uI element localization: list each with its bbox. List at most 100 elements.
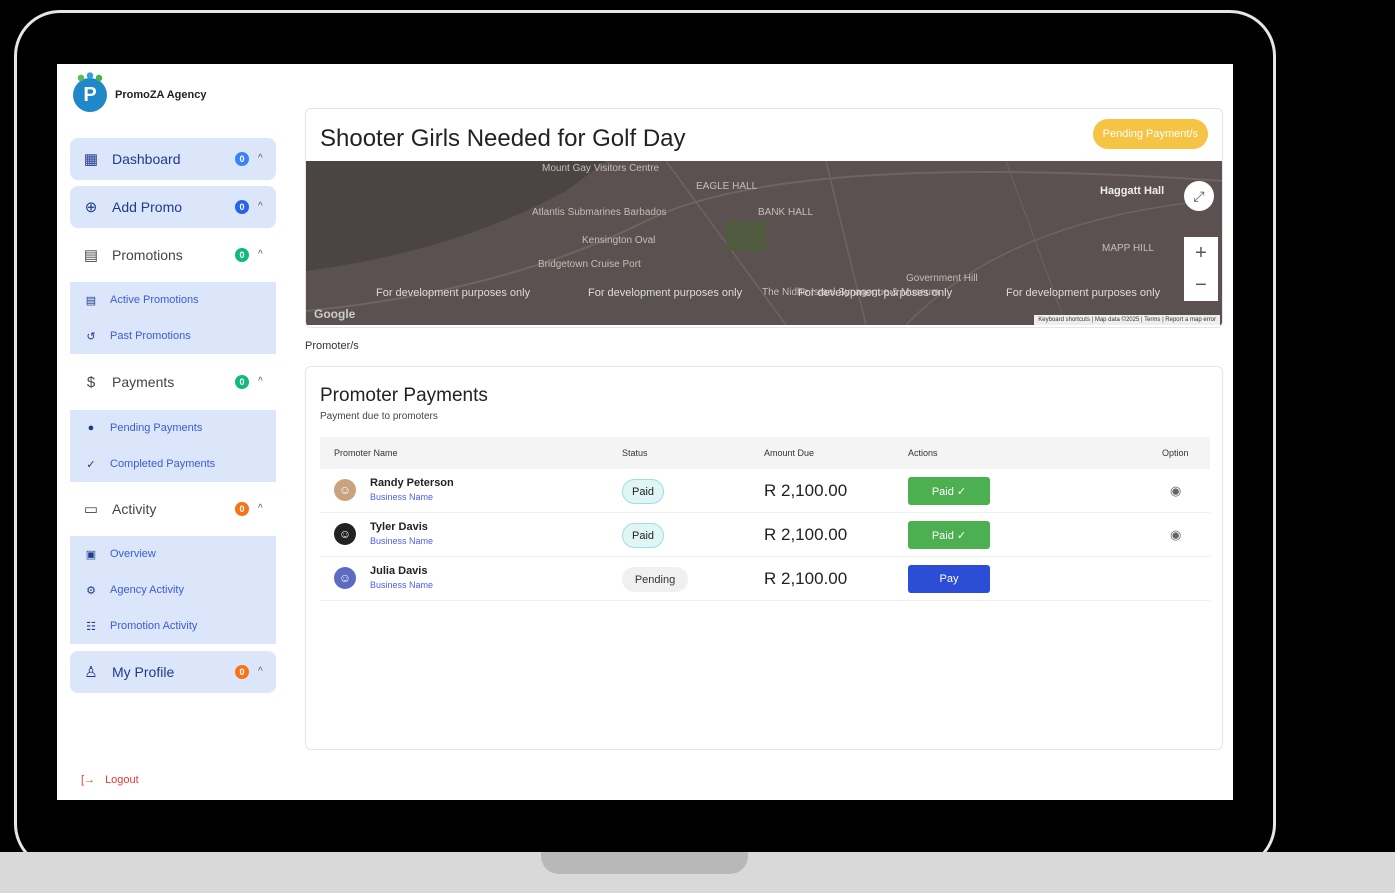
table-row: ☺ Randy Peterson Business Name Paid R 2,… <box>320 469 1210 513</box>
map-label: Government Hill <box>906 273 978 284</box>
column-header: Amount Due <box>764 448 815 458</box>
map-label: Mount Gay Visitors Centre <box>542 163 660 174</box>
count-badge: 0 <box>235 502 249 516</box>
history-icon: ↺ <box>86 330 96 343</box>
status-badge[interactable]: Pending Payment/s <box>1092 119 1208 149</box>
eye-icon[interactable]: ◉ <box>1170 527 1181 543</box>
sidebar-item-label: Promotions <box>112 247 183 263</box>
table-row: ☺ Julia Davis Business Name Pending R 2,… <box>320 557 1210 601</box>
section-caption: Promoter/s <box>305 340 359 352</box>
status-badge: Paid <box>622 523 664 548</box>
zoom-in-button[interactable]: + <box>1184 237 1218 269</box>
amount-due: R 2,100.00 <box>764 481 848 500</box>
column-header: Status <box>622 448 648 458</box>
map-label: Haggatt Hall <box>1100 185 1165 197</box>
google-logo: Google <box>314 307 356 321</box>
sitemap-icon: ☷ <box>86 620 96 633</box>
brand-logo: P <box>73 72 107 112</box>
zoom-out-button[interactable]: − <box>1184 269 1218 301</box>
payments-card: Promoter Payments Payment due to promote… <box>305 366 1223 750</box>
promotions-submenu: ▤ Active Promotions ↺ Past Promotions <box>70 282 276 354</box>
sidebar-item-overview[interactable]: ▣ Overview <box>70 536 276 572</box>
sub-item-label: Promotion Activity <box>110 620 198 632</box>
dollar-icon: $ <box>86 373 96 391</box>
business-name[interactable]: Business Name <box>370 492 433 502</box>
sidebar-item-label: Activity <box>112 501 157 517</box>
avatar: ☺ <box>334 567 356 589</box>
chevron-up-icon[interactable]: ^ <box>258 153 263 164</box>
document-icon: ▤ <box>83 247 99 264</box>
eye-icon[interactable]: ◉ <box>1170 483 1181 499</box>
sidebar-item-add-promo[interactable]: ⊕ Add Promo 0 ^ <box>70 186 276 228</box>
chevron-up-icon[interactable]: ^ <box>258 503 263 514</box>
sub-item-label: Past Promotions <box>110 330 191 342</box>
paid-button[interactable]: Paid ✓ <box>908 477 990 505</box>
sidebar-item-label: Dashboard <box>112 151 181 167</box>
sub-item-label: Pending Payments <box>110 422 203 434</box>
avatar: ☺ <box>334 523 356 545</box>
promoter-name: Julia Davis <box>370 565 428 577</box>
sidebar-item-completed-payments[interactable]: ✓ Completed Payments <box>70 446 276 482</box>
sidebar-item-agency-activity[interactable]: ⚙ Agency Activity <box>70 572 276 608</box>
sidebar-item-label: My Profile <box>112 664 175 680</box>
payments-submenu: ● Pending Payments ✓ Completed Payments <box>70 410 276 482</box>
count-badge: 0 <box>235 665 249 679</box>
check-icon: ✓ <box>86 458 96 471</box>
sidebar-item-promotion-activity[interactable]: ☷ Promotion Activity <box>70 608 276 644</box>
chevron-up-icon[interactable]: ^ <box>258 249 263 260</box>
sidebar-item-past-promotions[interactable]: ↺ Past Promotions <box>70 318 276 354</box>
map-watermark: For development purposes only <box>376 287 531 299</box>
column-header: Promoter Name <box>334 448 398 458</box>
map[interactable]: Mount Gay Visitors Centre EAGLE HALL Atl… <box>306 161 1222 325</box>
sub-item-label: Overview <box>110 548 156 560</box>
chevron-up-icon[interactable]: ^ <box>258 201 263 212</box>
document-icon: ▤ <box>85 294 97 307</box>
avatar: ☺ <box>334 479 356 501</box>
brand[interactable]: P PromoZA Agency <box>73 72 207 112</box>
map-watermark: For development purposes only <box>588 287 743 299</box>
logout-label: Logout <box>105 774 139 786</box>
logout-button[interactable]: [→ Logout <box>81 774 139 786</box>
settings-icon: ⚙ <box>86 584 96 597</box>
chat-icon: ▭ <box>83 501 99 518</box>
count-badge: 0 <box>235 375 249 389</box>
sidebar-item-promotions[interactable]: ▤ Promotions 0 ^ <box>70 234 276 276</box>
grid-icon: ▦ <box>83 151 99 168</box>
app-screen: P PromoZA Agency ▦ Dashboard 0 ^ ⊕ Add P… <box>57 64 1233 800</box>
map-watermark: For development purposes only <box>1006 287 1161 299</box>
paid-button[interactable]: Paid ✓ <box>908 521 990 549</box>
sidebar-item-pending-payments[interactable]: ● Pending Payments <box>70 410 276 446</box>
fullscreen-icon[interactable]: ⤢ <box>1184 181 1214 211</box>
count-badge: 0 <box>235 152 249 166</box>
promo-card: Shooter Girls Needed for Golf Day Pendin… <box>305 108 1223 328</box>
count-badge: 0 <box>235 248 249 262</box>
user-icon: ♙ <box>84 664 98 681</box>
sub-item-label: Active Promotions <box>110 294 199 306</box>
chevron-up-icon[interactable]: ^ <box>258 376 263 387</box>
plus-circle-icon: ⊕ <box>84 199 98 216</box>
sidebar-item-dashboard[interactable]: ▦ Dashboard 0 ^ <box>70 138 276 180</box>
sub-item-label: Agency Activity <box>110 584 184 596</box>
map-watermark: For development purposes only <box>798 287 953 299</box>
pay-button[interactable]: Pay <box>908 565 990 593</box>
sidebar: P PromoZA Agency ▦ Dashboard 0 ^ ⊕ Add P… <box>57 64 297 800</box>
map-label: Atlantis Submarines Barbados <box>532 207 667 218</box>
sidebar-item-my-profile[interactable]: ♙ My Profile 0 ^ <box>70 651 276 693</box>
clock-icon: ● <box>87 422 95 434</box>
table-row: ☺ Tyler Davis Business Name Paid R 2,100… <box>320 513 1210 557</box>
business-name[interactable]: Business Name <box>370 580 433 590</box>
brand-name: PromoZA Agency <box>115 89 207 101</box>
column-header: Option <box>1162 448 1189 458</box>
amount-due: R 2,100.00 <box>764 525 848 544</box>
promoter-name: Randy Peterson <box>370 477 454 489</box>
sidebar-item-activity[interactable]: ▭ Activity 0 ^ <box>70 488 276 530</box>
chevron-up-icon[interactable]: ^ <box>258 666 263 677</box>
map-label: Bridgetown Cruise Port <box>538 259 641 270</box>
map-footer[interactable]: Keyboard shortcuts | Map data ©2025 | Te… <box>1034 315 1220 325</box>
map-label: EAGLE HALL <box>696 181 758 192</box>
sidebar-item-payments[interactable]: $ Payments 0 ^ <box>70 361 276 403</box>
business-name[interactable]: Business Name <box>370 536 433 546</box>
count-badge: 0 <box>235 200 249 214</box>
laptop-notch <box>541 852 748 874</box>
sidebar-item-active-promotions[interactable]: ▤ Active Promotions <box>70 282 276 318</box>
